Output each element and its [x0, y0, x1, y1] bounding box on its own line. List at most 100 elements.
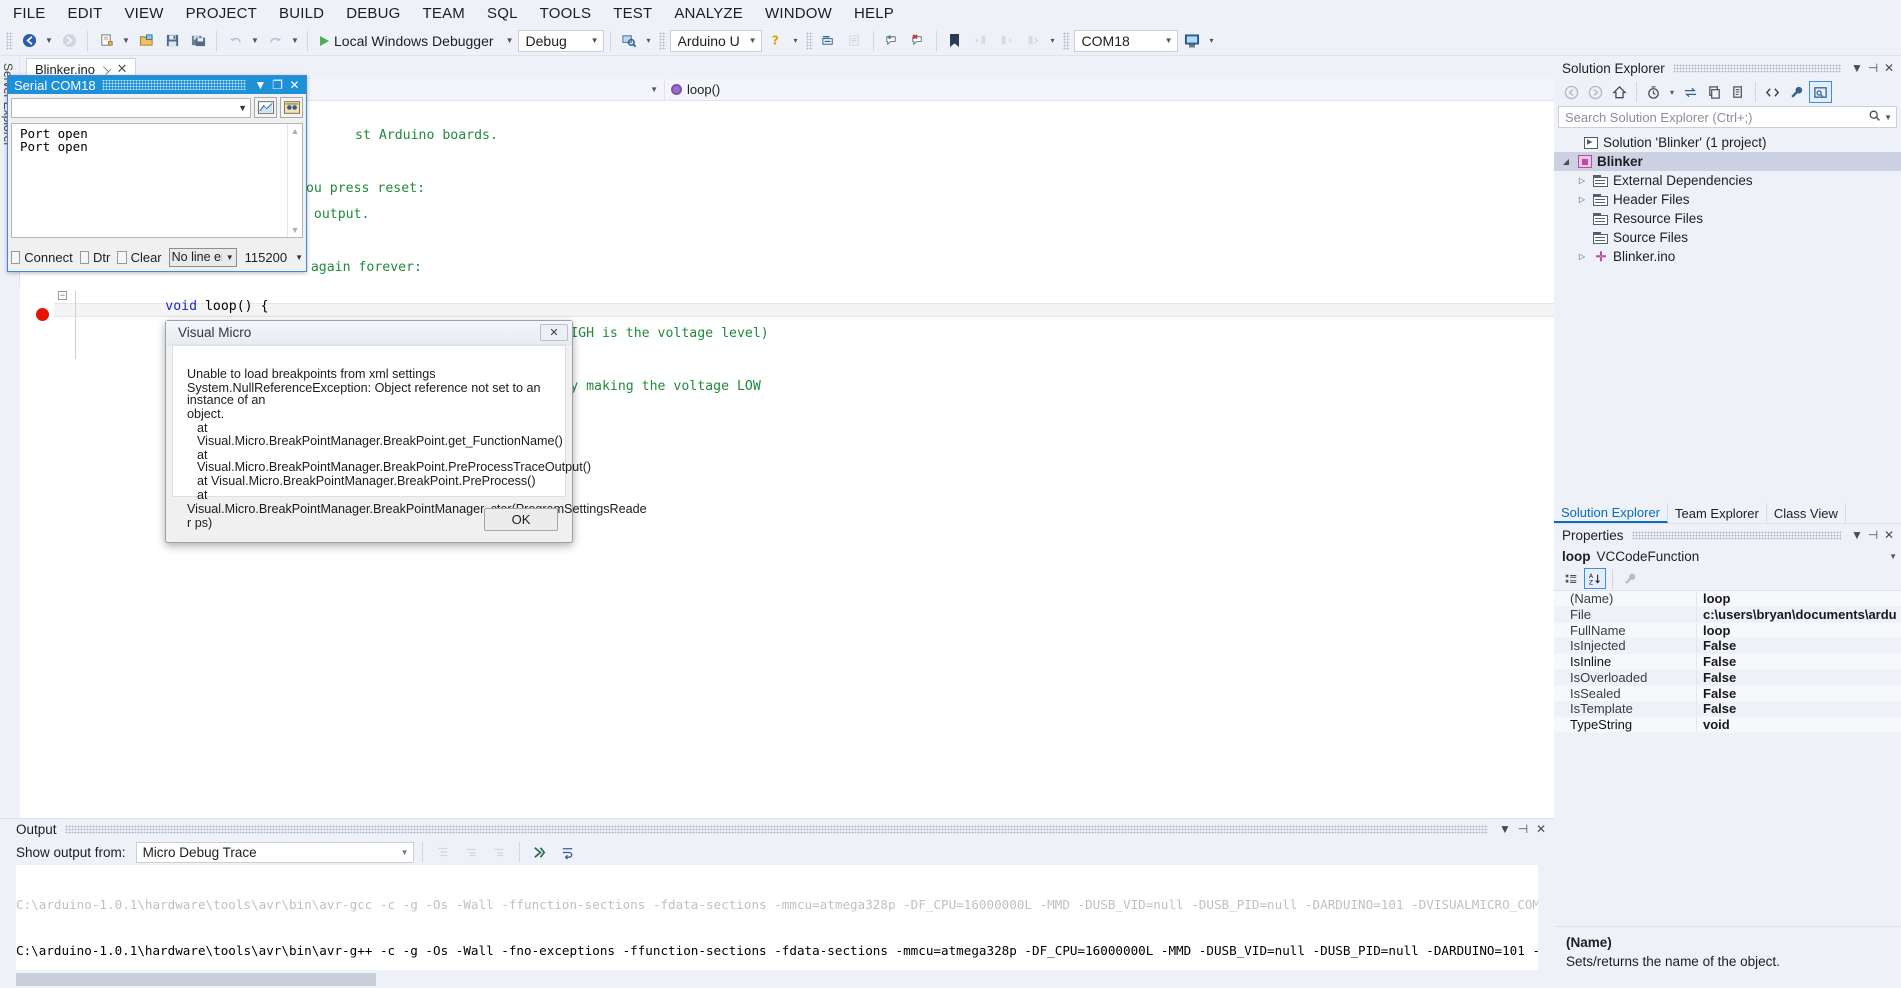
menu-item-team[interactable]: TEAM	[412, 1, 476, 26]
pin-icon[interactable]: ⊣	[1865, 528, 1881, 542]
serial-monitor-titlebar[interactable]: Serial COM18 ▼ ❐ ✕	[8, 76, 306, 94]
panel-menu-icon[interactable]: ▼	[1849, 61, 1865, 75]
property-value[interactable]: c:\users\bryan\documents\ardu	[1696, 607, 1901, 622]
pin-icon[interactable]: ⊣	[1865, 61, 1881, 75]
visual-micro-error-dialog[interactable]: Visual Micro ✕ Unable to load breakpoint…	[165, 320, 573, 543]
serial-send-input[interactable]: ▼	[11, 98, 251, 118]
help-question-icon[interactable]: ?	[764, 29, 788, 52]
property-row[interactable]: File c:\users\bryan\documents\ardu	[1554, 607, 1901, 623]
comment-selection-icon[interactable]	[843, 29, 867, 52]
property-value[interactable]: False	[1696, 654, 1901, 669]
tree-item-blinker-ino[interactable]: ▷ ✛ Blinker.ino	[1554, 247, 1901, 266]
new-project-dropdown-icon[interactable]: ▼	[120, 29, 132, 52]
menu-item-project[interactable]: PROJECT	[175, 1, 268, 26]
add-breakpoint-icon[interactable]	[880, 29, 904, 52]
tree-twisty-collapsed[interactable]: ▷	[1576, 195, 1588, 204]
chevron-down-icon[interactable]: ▾	[1666, 81, 1678, 104]
menu-item-edit[interactable]: EDIT	[56, 1, 113, 26]
output-source-combo[interactable]: Micro Debug Trace ▼	[136, 842, 414, 863]
save-icon[interactable]	[160, 29, 184, 52]
property-value[interactable]: loop	[1696, 623, 1901, 638]
properties-object-selector[interactable]: loop VCCodeFunction ▼	[1554, 546, 1901, 567]
start-debugging-button[interactable]: Local Windows Debugger	[314, 29, 502, 52]
serial-monitor-window[interactable]: Serial COM18 ▼ ❐ ✕ ▼ Port open Port open…	[7, 75, 307, 272]
preview-selected-items-icon[interactable]	[1809, 81, 1832, 103]
solution-configuration-combo[interactable]: Debug ▼	[518, 30, 604, 52]
save-all-icon[interactable]	[186, 29, 210, 52]
clear-bookmarks-icon[interactable]	[1021, 29, 1045, 52]
solution-tree[interactable]: Solution 'Blinker' (1 project) ◢ Blinker…	[1554, 128, 1901, 266]
delete-breakpoint-icon[interactable]	[906, 29, 930, 52]
property-row[interactable]: FullName loop	[1554, 623, 1901, 639]
toolbar-grip[interactable]	[659, 32, 666, 50]
tree-item-source-files[interactable]: Source Files	[1554, 228, 1901, 247]
scroll-down-icon[interactable]: ▼	[291, 225, 300, 235]
scroll-up-icon[interactable]: ▲	[291, 126, 300, 136]
tree-item-project-blinker[interactable]: ◢ Blinker	[1554, 152, 1901, 171]
board-selector-combo[interactable]: Arduino Uno ▼	[670, 30, 762, 52]
tree-twisty-collapsed[interactable]: ▷	[1576, 176, 1588, 185]
tab-team-explorer[interactable]: Team Explorer	[1668, 503, 1767, 523]
ok-button[interactable]: OK	[484, 508, 558, 531]
toggle-word-wrap-icon[interactable]	[556, 841, 580, 864]
property-row[interactable]: IsInjected False	[1554, 638, 1901, 654]
categorized-view-icon[interactable]	[1560, 568, 1582, 589]
properties-wrench-icon[interactable]	[1785, 81, 1808, 103]
serial-settings-button[interactable]	[280, 97, 303, 118]
solution-explorer-search[interactable]: Search Solution Explorer (Ctrl+;) ▼	[1558, 106, 1897, 128]
property-value[interactable]: False	[1696, 670, 1901, 685]
pending-changes-icon[interactable]	[1642, 81, 1665, 103]
forward-icon[interactable]	[1584, 81, 1607, 103]
close-icon[interactable]: ✕	[1532, 822, 1550, 836]
view-code-icon[interactable]	[1761, 81, 1784, 103]
redo-dropdown-icon[interactable]: ▼	[289, 29, 301, 52]
redo-icon[interactable]	[263, 29, 287, 52]
tree-item-external-dependencies[interactable]: ▷ External Dependencies	[1554, 171, 1901, 190]
property-value[interactable]: False	[1696, 701, 1901, 716]
maximize-icon[interactable]: ❐	[269, 78, 286, 93]
serial-vertical-scrollbar[interactable]: ▲ ▼	[287, 124, 302, 237]
bookmarks-overflow-icon[interactable]: ▾	[1047, 29, 1059, 52]
connect-checkbox[interactable]	[11, 251, 20, 264]
window-menu-icon[interactable]: ▼	[252, 78, 269, 93]
property-value[interactable]: False	[1696, 686, 1901, 701]
toggle-outlining-icon[interactable]	[817, 29, 841, 52]
tab-solution-explorer[interactable]: Solution Explorer	[1554, 503, 1668, 523]
pin-icon[interactable]: ⊣	[1514, 822, 1532, 836]
menu-item-sql[interactable]: SQL	[476, 1, 529, 26]
menu-item-test[interactable]: TEST	[602, 1, 663, 26]
attach-dropdown-icon[interactable]: ▾	[643, 29, 655, 52]
attach-to-process-icon[interactable]	[617, 29, 641, 52]
open-file-icon[interactable]	[134, 29, 158, 52]
close-icon[interactable]: ✕	[1881, 528, 1897, 542]
clear-checkbox[interactable]	[117, 251, 126, 264]
chevron-down-icon[interactable]: ▼	[238, 103, 247, 113]
serial-monitor-icon[interactable]	[1180, 29, 1204, 52]
menu-item-debug[interactable]: DEBUG	[335, 1, 411, 26]
close-icon[interactable]: ✕	[1881, 61, 1897, 75]
tree-twisty-collapsed[interactable]: ▷	[1576, 252, 1588, 261]
close-icon[interactable]: ✕	[540, 324, 568, 341]
dialog-titlebar[interactable]: Visual Micro ✕	[166, 321, 572, 345]
sync-with-active-document-icon[interactable]	[1679, 81, 1702, 103]
find-message-icon[interactable]	[431, 841, 455, 864]
menu-item-window[interactable]: WINDOW	[754, 1, 843, 26]
property-row[interactable]: TypeString void	[1554, 717, 1901, 733]
navbar-member-combo[interactable]: loop()	[665, 79, 726, 100]
go-to-next-message-icon[interactable]	[487, 841, 511, 864]
panel-drag-dots[interactable]	[65, 825, 1488, 834]
tree-item-header-files[interactable]: ▷ Header Files	[1554, 190, 1901, 209]
chevron-down-icon[interactable]: ▼	[1884, 113, 1892, 122]
serial-plot-button[interactable]	[254, 97, 277, 118]
tab-class-view[interactable]: Class View	[1767, 503, 1846, 523]
chevron-down-icon[interactable]: ▼	[1889, 552, 1897, 561]
menu-item-tools[interactable]: TOOLS	[529, 1, 603, 26]
property-row[interactable]: (Name) loop	[1554, 591, 1901, 607]
menu-item-view[interactable]: VIEW	[113, 1, 174, 26]
serial-output-area[interactable]: Port open Port open ▲ ▼	[11, 123, 303, 238]
tree-item-solution[interactable]: Solution 'Blinker' (1 project)	[1554, 133, 1901, 152]
menu-item-build[interactable]: BUILD	[268, 1, 335, 26]
serial-port-combo[interactable]: COM18 ▼	[1074, 30, 1178, 52]
help-dropdown-icon[interactable]: ▾	[790, 29, 802, 52]
panel-menu-icon[interactable]: ▼	[1496, 822, 1514, 836]
